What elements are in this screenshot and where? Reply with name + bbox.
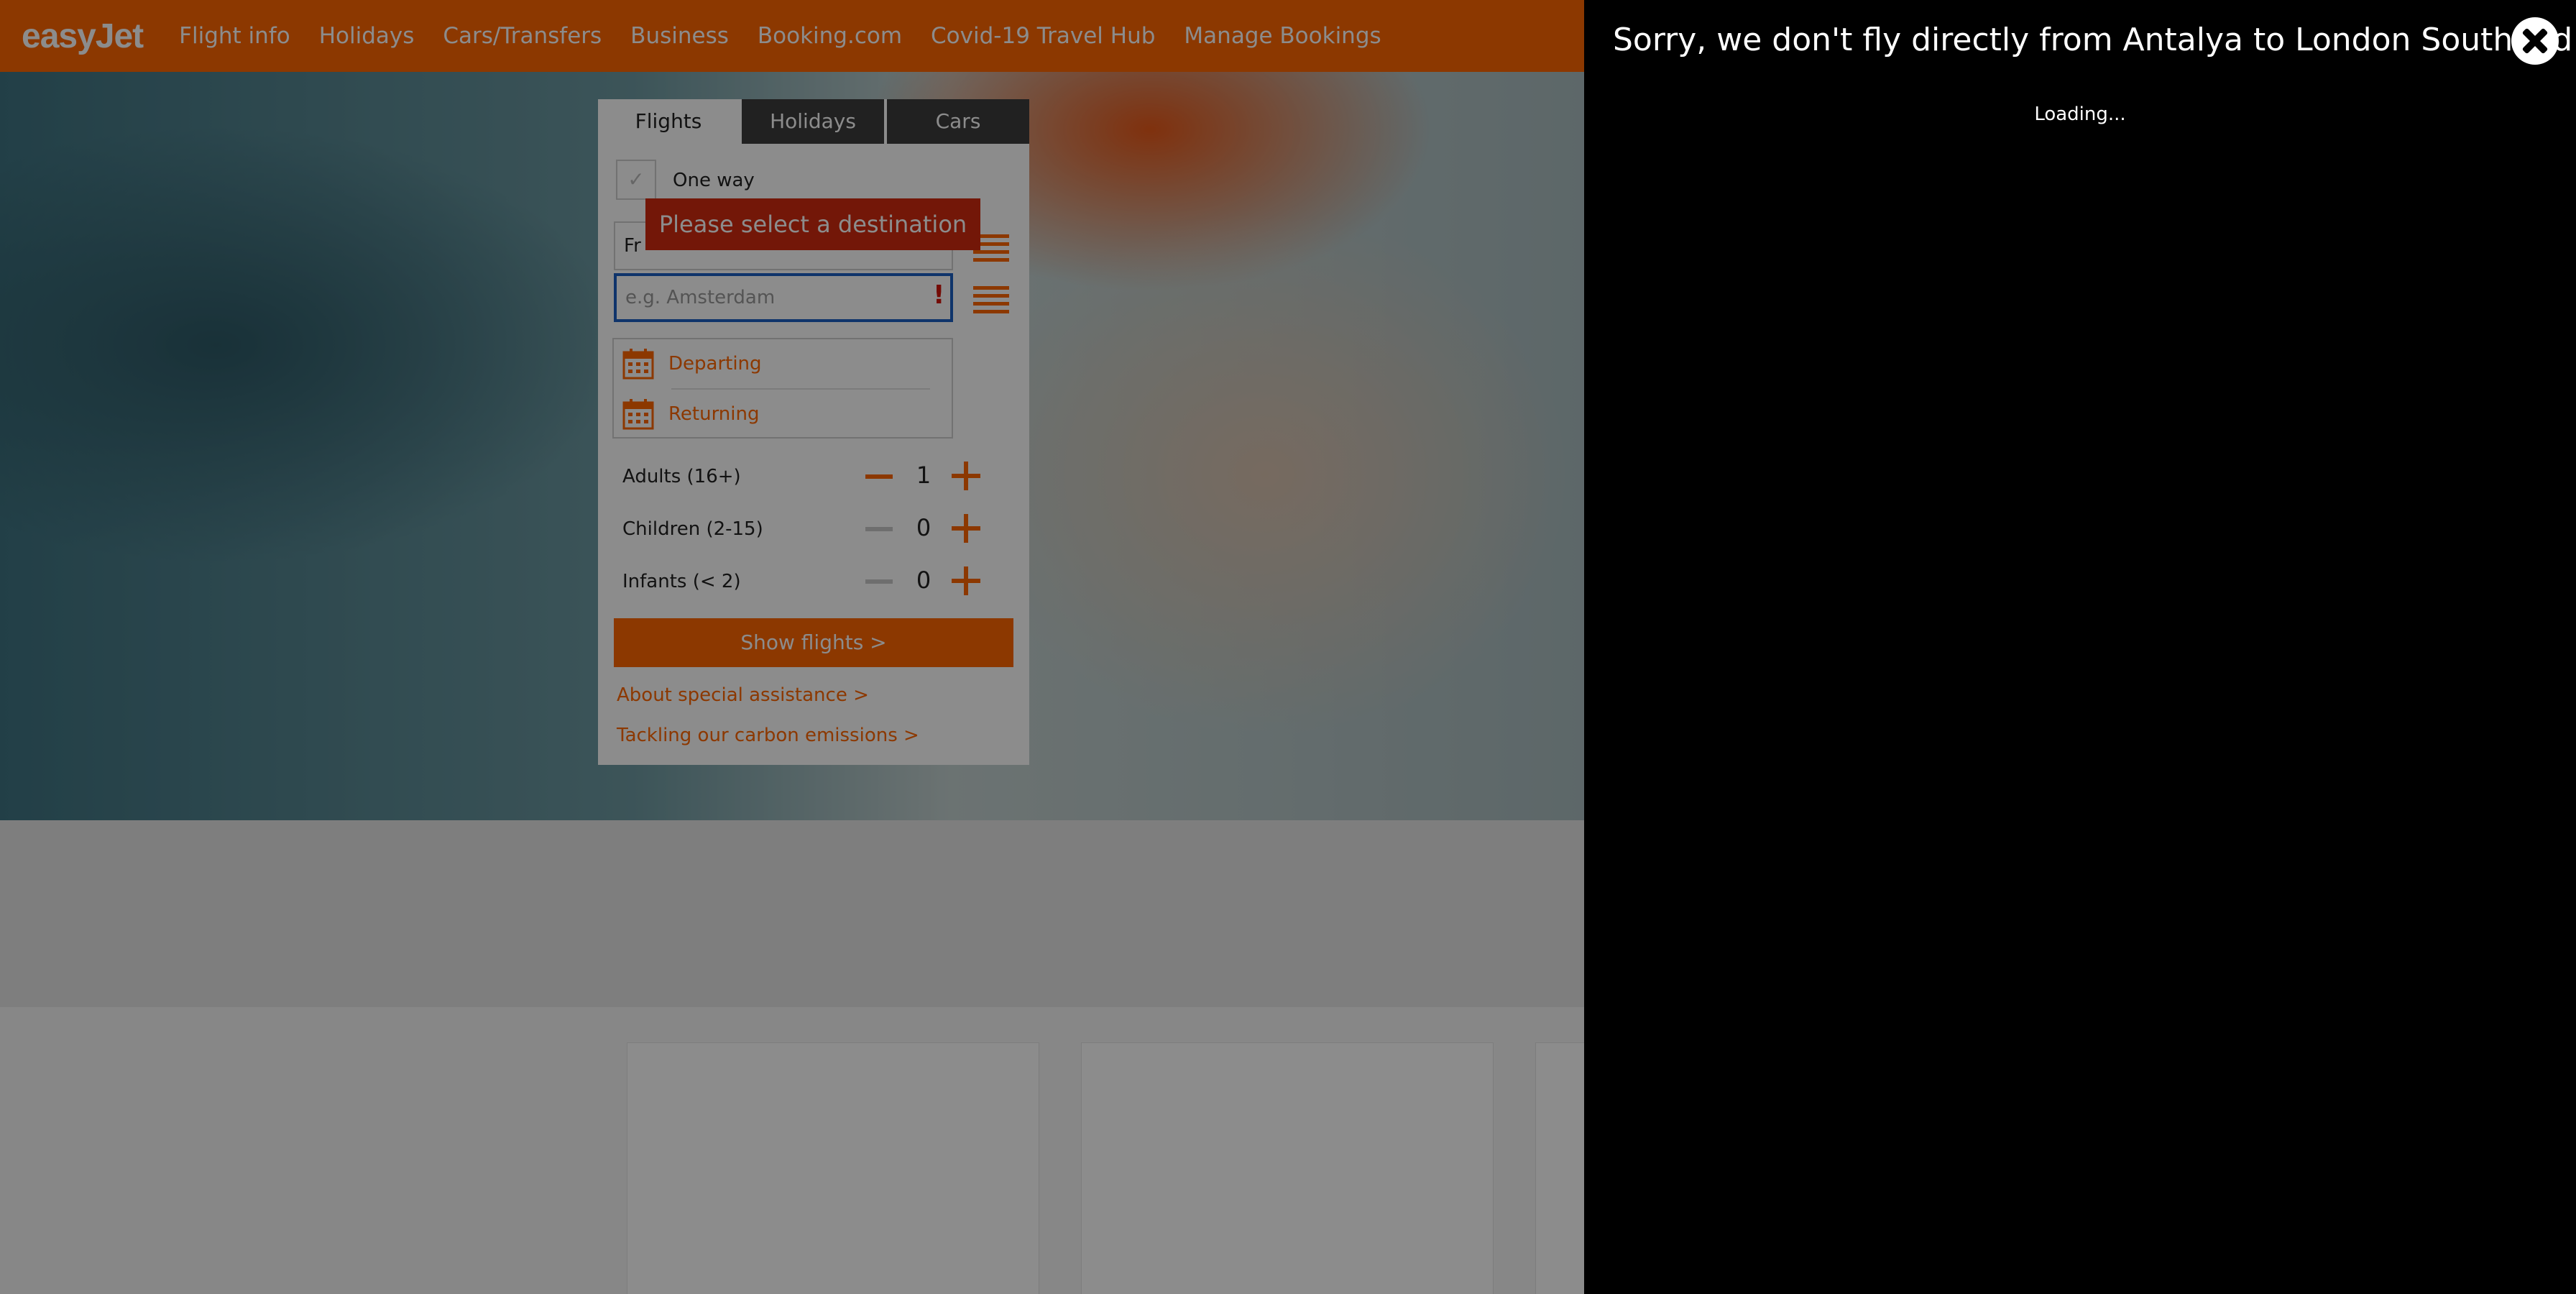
close-icon[interactable] bbox=[2511, 17, 2559, 65]
modal-backdrop[interactable] bbox=[0, 0, 1584, 1294]
modal-title: Sorry, we don't fly directly from Antaly… bbox=[1613, 22, 2573, 58]
loading-text: Loading... bbox=[2034, 104, 2126, 125]
route-modal-panel: Sorry, we don't fly directly from Antaly… bbox=[1584, 0, 2576, 1294]
